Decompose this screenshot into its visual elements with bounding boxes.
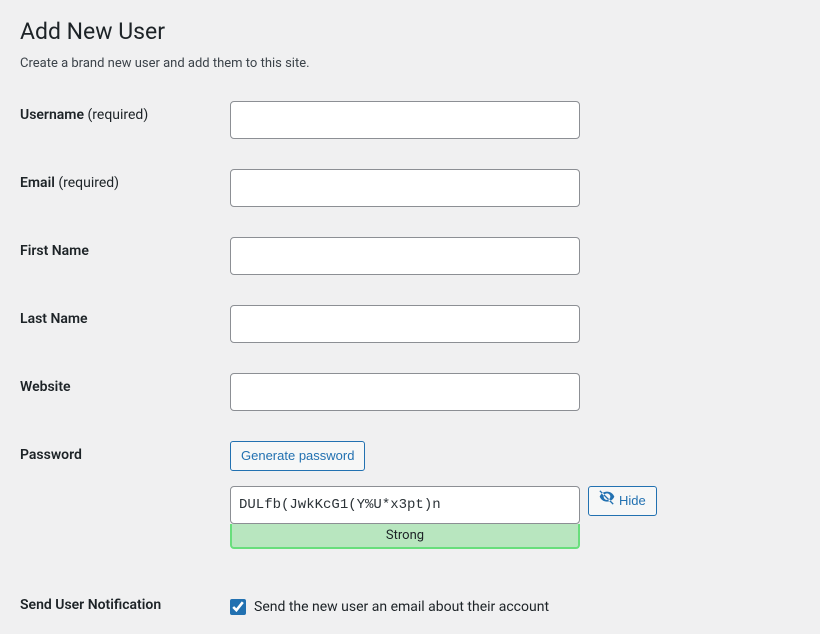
email-input[interactable]: [230, 169, 580, 207]
first-name-input[interactable]: [230, 237, 580, 275]
username-label: Username (required): [20, 86, 220, 154]
website-input[interactable]: [230, 373, 580, 411]
notification-checkbox[interactable]: [230, 599, 246, 615]
hide-password-button[interactable]: Hide: [588, 486, 657, 516]
last-name-input[interactable]: [230, 305, 580, 343]
notification-label: Send User Notification: [20, 564, 220, 634]
last-name-label: Last Name: [20, 290, 220, 358]
eye-slash-icon: [599, 487, 615, 515]
password-label: Password: [20, 426, 220, 564]
email-label: Email (required): [20, 154, 220, 222]
password-input[interactable]: [230, 486, 580, 524]
first-name-label: First Name: [20, 222, 220, 290]
page-title: Add New User: [20, 8, 800, 51]
username-input[interactable]: [230, 101, 580, 139]
notification-checkbox-label: Send the new user an email about their a…: [254, 599, 549, 615]
website-label: Website: [20, 358, 220, 426]
page-subtitle: Create a brand new user and add them to …: [20, 56, 800, 71]
generate-password-button[interactable]: Generate password: [230, 441, 365, 471]
password-strength-indicator: Strong: [230, 524, 580, 549]
